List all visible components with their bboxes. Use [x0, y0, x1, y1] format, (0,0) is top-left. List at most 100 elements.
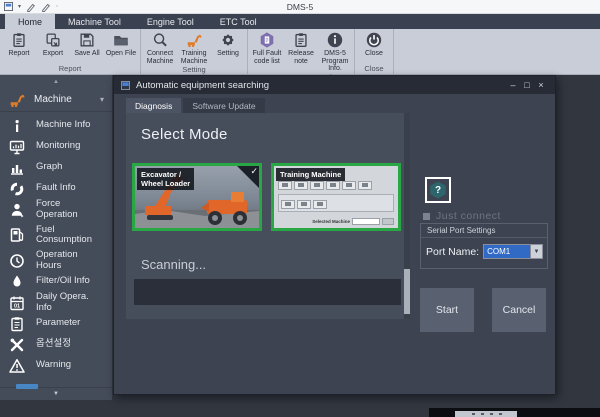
dialog-maximize-button[interactable]: □ [520, 76, 534, 94]
floppy-icon [78, 31, 96, 49]
ribbon-group-label-report: Report [2, 64, 138, 74]
tab-software-update[interactable]: Software Update [183, 98, 264, 114]
machine-excavator-icon [8, 91, 26, 109]
port-name-select[interactable]: COM1 ▼ [483, 244, 543, 259]
close-button[interactable]: Close [357, 30, 391, 58]
sidebar-item-operation-hours[interactable]: Operation Hours [0, 250, 112, 271]
gear-icon [219, 31, 237, 49]
calendar-icon: 01 [9, 295, 25, 311]
sidebar-partial-item [0, 376, 112, 384]
just-connect-label: Just connect [436, 210, 501, 222]
mode-card-training-machine[interactable]: Selected Machine Training Machine [271, 163, 401, 231]
sidebar-item-option-settings[interactable]: 옵션설정 [0, 334, 112, 355]
ribbon-group-close: Close Close [355, 29, 394, 74]
dialog-title: Automatic equipment searching [136, 80, 506, 91]
ribbon-tab-engine-tool[interactable]: Engine Tool [134, 14, 207, 29]
window-titlebar: ▾ ⋅ DMS-5 [0, 0, 600, 14]
sidebar-header-machine[interactable]: Machine ▾ [0, 88, 112, 112]
training-machine-button[interactable]: Training Machine [177, 30, 211, 65]
full-fault-code-list-button[interactable]: Full Fault code list [250, 30, 284, 65]
mode-card-label: Excavator / Wheel Loader [137, 168, 194, 190]
sidebar-item-parameter[interactable]: Parameter [0, 313, 112, 334]
folder-icon [112, 31, 130, 49]
mock-selected-machine-label: Selected Machine [312, 219, 350, 224]
ribbon-tab-home[interactable]: Home [5, 14, 55, 29]
port-name-label: Port Name: [426, 246, 479, 258]
auto-search-dialog: Automatic equipment searching – □ × Diag… [113, 75, 556, 395]
scanning-status: Scanning... [141, 257, 206, 272]
dialog-content-panel: Select Mode [126, 113, 410, 319]
svg-text:01: 01 [14, 303, 20, 309]
ribbon-tab-machine-tool[interactable]: Machine Tool [55, 14, 134, 29]
report-clipboard-icon [10, 31, 28, 49]
ribbon-group-label-setting: Setting [143, 65, 245, 74]
serial-port-settings-group: Serial Port Settings Port Name: COM1 ▼ [420, 223, 548, 269]
ribbon-group-setting: Connect Machine Training Machine Setting… [141, 29, 248, 74]
person-icon [9, 202, 25, 218]
connect-machine-button[interactable]: Connect Machine [143, 30, 177, 65]
report-button[interactable]: Report [2, 30, 36, 58]
ribbon: Report Export Save All Open File Report … [0, 29, 600, 75]
panel-scrollbar[interactable] [404, 113, 410, 319]
dialog-tabs: Diagnosis Software Update [126, 98, 265, 114]
start-button[interactable]: Start [420, 288, 474, 332]
dialog-close-button[interactable]: × [534, 76, 548, 94]
ribbon-group-label-close: Close [357, 64, 391, 74]
select-mode-heading: Select Mode [141, 126, 228, 143]
export-button[interactable]: Export [36, 30, 70, 58]
scan-progress-bar [134, 279, 401, 305]
question-icon: ? [430, 182, 447, 199]
fault-icon [9, 181, 25, 197]
info-icon [9, 118, 25, 134]
combo-dropdown-icon[interactable]: ▼ [530, 245, 542, 258]
sidebar-item-warning[interactable]: Warning [0, 355, 112, 376]
tools-icon [9, 337, 25, 353]
sidebar-header-caret-icon: ▾ [100, 95, 104, 104]
monitor-icon [9, 139, 25, 155]
check-icon: ✓ [250, 166, 258, 177]
scrollbar-thumb[interactable] [404, 269, 410, 314]
release-note-button[interactable]: Release note [284, 30, 318, 65]
dialog-icon [121, 81, 130, 90]
sidebar-item-daily-opera-info[interactable]: 01 Daily Opera. Info [0, 292, 112, 313]
tab-diagnosis[interactable]: Diagnosis [126, 98, 181, 114]
sidebar-item-fuel-consumption[interactable]: Fuel Consumption [0, 220, 112, 250]
mock-input [352, 218, 380, 225]
ribbon-tabstrip: Home Machine Tool Engine Tool ETC Tool [0, 14, 600, 29]
clipboard-icon [9, 316, 25, 332]
just-connect-checkbox[interactable] [423, 213, 430, 220]
warning-triangle-icon [9, 358, 25, 374]
cancel-button[interactable]: Cancel [492, 288, 546, 332]
help-button[interactable]: ? [425, 177, 451, 203]
setting-button[interactable]: Setting [211, 30, 245, 58]
open-file-button[interactable]: Open File [104, 30, 138, 58]
sidebar-item-filter-oil-info[interactable]: Filter/Oil Info [0, 271, 112, 292]
magnifier-icon [151, 31, 169, 49]
port-name-value: COM1 [484, 245, 530, 258]
save-all-button[interactable]: Save All [70, 30, 104, 58]
dialog-titlebar[interactable]: Automatic equipment searching – □ × [114, 76, 555, 94]
ribbon-tab-etc-tool[interactable]: ETC Tool [207, 14, 270, 29]
sidebar-scroll-up[interactable]: ▲ [0, 75, 112, 88]
bar-chart-icon [9, 160, 25, 176]
note-clipboard-icon [292, 31, 310, 49]
sidebar-item-machine-info[interactable]: Machine Info [0, 115, 112, 136]
mode-card-label: Training Machine [276, 168, 345, 181]
mode-card-excavator-wheel-loader[interactable]: Excavator / Wheel Loader ✓ [132, 163, 262, 231]
oil-drop-icon [9, 274, 25, 290]
power-icon [365, 31, 383, 49]
sidebar: ▲ Machine ▾ Machine Info Monitoring Grap… [0, 75, 112, 400]
mock-ok-button [382, 218, 394, 225]
sidebar-item-graph[interactable]: Graph [0, 157, 112, 178]
sidebar-item-force-operation[interactable]: Force Operation [0, 199, 112, 220]
sidebar-item-monitoring[interactable]: Monitoring [0, 136, 112, 157]
scroll-down-icon: ▼ [53, 391, 59, 397]
window-title: DMS-5 [0, 2, 600, 12]
sidebar-item-fault-info[interactable]: Fault Info [0, 178, 112, 199]
just-connect-option[interactable]: Just connect [423, 210, 501, 222]
dms5-program-info-button[interactable]: DMS-5 Program Info. [318, 30, 352, 73]
fault-code-hexagon-icon [258, 31, 276, 49]
dialog-minimize-button[interactable]: – [506, 76, 520, 94]
serial-port-settings-label: Serial Port Settings [421, 224, 547, 238]
scroll-up-icon: ▲ [53, 79, 59, 85]
